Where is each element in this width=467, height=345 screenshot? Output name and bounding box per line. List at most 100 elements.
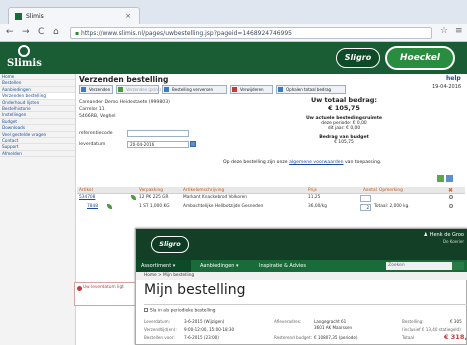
delivery-date-input[interactable]: 20-04-2016 xyxy=(127,141,189,148)
url-input[interactable]: ▪ https://www.slimis.nl/pages/uwbestelli… xyxy=(70,27,432,39)
url-text: https://www.slimis.nl/pages/uwbestelling… xyxy=(80,30,292,37)
verzendtijd-label: Verzendtijd(en): xyxy=(144,327,177,332)
bestellen-label: Bestellen voor: xyxy=(144,335,175,340)
leverdatum-label: Leverdatum: xyxy=(144,319,170,324)
warning-text: Uw leverdatum ligt xyxy=(83,285,124,290)
totaal-value: € 318,4 xyxy=(444,333,467,341)
nav-assortiment[interactable]: Assortiment ▾ xyxy=(136,260,191,272)
overlay-sligro-logo[interactable]: Sligro xyxy=(151,236,189,253)
afleveradres-label: Afleveradres: xyxy=(274,319,302,324)
print-list-icon[interactable] xyxy=(446,175,453,182)
periodic-order-label: Sla in als periodieke bestelling xyxy=(150,308,216,314)
fetch-total-button-label: Ophalen totaal bedrag xyxy=(286,87,332,92)
reference-input[interactable] xyxy=(127,130,189,137)
overlay-breadcrumb[interactable]: Home > Mijn bestelling xyxy=(136,272,467,280)
send-button[interactable]: Verzenden xyxy=(79,85,113,94)
slimis-logo[interactable]: Slimis xyxy=(4,44,48,72)
total-label: Uw totaal bedrag: xyxy=(310,96,378,104)
resterend-value: € 10807,35 (periode) xyxy=(314,335,358,340)
back-icon[interactable]: ← xyxy=(6,27,14,37)
delete-button[interactable]: Verwijderen xyxy=(230,85,273,94)
delivery-warning: Uw leverdatum ligt xyxy=(74,282,142,306)
leaf-icon xyxy=(131,195,136,200)
browser-tab[interactable]: Slimis × xyxy=(8,7,140,24)
omschrijving-cell: Ambachtelijke Hellbotzijde Gesneden xyxy=(183,204,264,209)
afleveradres-line-1: Langegracht 61 xyxy=(314,319,347,324)
fetch-total-button[interactable]: Ophalen totaal bedrag xyxy=(276,85,346,94)
reference-label: referentiecode xyxy=(79,131,113,136)
artikel-link[interactable]: 534708 xyxy=(79,195,95,200)
excel-icon[interactable] xyxy=(437,175,444,182)
help-link[interactable]: help xyxy=(446,75,461,82)
terms-prefix: Op deze bestelling zijn onze xyxy=(223,160,288,165)
table-row: 534708 12 PK 225 GR Markant Knackebrod V… xyxy=(77,194,465,202)
inclusief-label: (inclusief € 13,40 statiegeld) xyxy=(402,327,461,332)
terms-text: Op deze bestelling zijn onze algemene vo… xyxy=(223,160,455,165)
favicon-icon xyxy=(15,13,22,20)
prijs-cell: 36,00/kg xyxy=(308,204,327,209)
delete-icon xyxy=(232,87,237,92)
artikel-link[interactable]: 7848 xyxy=(87,204,98,209)
quantity-input[interactable] xyxy=(360,195,371,202)
refresh-order-button-label: Bestelling verversen xyxy=(172,87,214,92)
totaal-label: Totaal xyxy=(402,335,415,340)
order-totals: Uw totaal bedrag: € 105,75 Uw actuele be… xyxy=(268,96,420,145)
slimis-logo-mark xyxy=(18,45,30,57)
periodic-order-checkbox[interactable]: Sla in als periodieke bestelling xyxy=(144,308,215,314)
bookmark-star-icon[interactable]: ☆ xyxy=(440,26,448,36)
tab-close-icon[interactable]: × xyxy=(125,12,131,20)
overlay-title: Mijn bestelling xyxy=(144,282,246,298)
bestelling-value: € 305 xyxy=(450,319,462,324)
current-date: 19-04-2016 xyxy=(432,84,462,90)
forward-icon[interactable]: → xyxy=(22,27,30,37)
order-toolbar: Verzenden Verzenden (print) Bestelling v… xyxy=(77,85,391,94)
nav-aanbiedingen[interactable]: Aanbiedingen ▾ xyxy=(200,260,239,272)
verpakking-cell: 1 ST 1,000 KG xyxy=(139,204,170,209)
col-prijs[interactable]: Prijs xyxy=(308,188,317,193)
browser-menu-icon[interactable]: ≡ xyxy=(455,26,463,36)
row-select-radio[interactable] xyxy=(449,204,453,208)
address-line-1: Careander Demo Heidestaete (999803) xyxy=(79,100,170,105)
checkbox-box[interactable] xyxy=(144,308,148,312)
table-header: Artikel Verpakking Artikelomschrijving P… xyxy=(77,187,465,194)
col-opmerking[interactable]: Opmerking xyxy=(379,188,403,193)
opmerking-cell: Totaal: 2,000 kg. xyxy=(374,204,410,209)
bestellen-value: 7-6-2015 (23:00) xyxy=(184,335,219,340)
fetch-icon xyxy=(278,87,283,92)
hoeckel-logo: Hoeckel xyxy=(385,46,455,70)
bestelling-label: Bestelling: xyxy=(402,319,424,324)
sidebar-item-afmelden[interactable]: Afmelden xyxy=(0,151,75,158)
row-select-radio[interactable] xyxy=(449,195,453,199)
overlay-user-name[interactable]: ♟ Henk de Groo xyxy=(424,232,464,238)
send-print-button-label: Verzenden (print) xyxy=(126,87,161,92)
delete-all-icon[interactable]: ✖ xyxy=(448,187,453,194)
col-aantal[interactable]: Aantal xyxy=(363,188,377,193)
overlay-header: Sligro ♟ Henk de Groo De Koerier xyxy=(136,229,467,260)
send-button-label: Verzenden xyxy=(89,87,111,92)
sligro-overlay-screenshot: Sligro ♟ Henk de Groo De Koerier Assorti… xyxy=(135,228,467,345)
nav-inspiratie[interactable]: Inspiratie & Advies xyxy=(259,260,306,272)
col-omschrijving[interactable]: Artikelomschrijving xyxy=(183,188,224,193)
overlay-user-name-text: Henk de Groo xyxy=(429,232,464,238)
total-value: € 105,75 xyxy=(328,104,360,112)
delete-button-label: Verwijderen xyxy=(240,87,264,92)
prijs-cell: 11,25 xyxy=(308,195,321,200)
spend-year: dit jaar: € 0,00 xyxy=(327,126,361,131)
home-icon[interactable]: ⌂ xyxy=(53,27,59,37)
col-artikel[interactable]: Artikel xyxy=(79,188,93,193)
overlay-divider xyxy=(144,304,467,305)
send-print-button[interactable]: Verzenden (print) xyxy=(116,85,161,94)
refresh-icon xyxy=(164,87,169,92)
col-verpakking[interactable]: Verpakking xyxy=(139,188,163,193)
calendar-icon[interactable] xyxy=(190,141,196,147)
terms-link[interactable]: algemene voorwaarden xyxy=(289,160,343,165)
send-icon xyxy=(81,87,86,92)
sidebar-menu: Home Bestellen Aanbiedingen Verzenden be… xyxy=(0,74,76,345)
overlay-search-input[interactable]: Zoeken xyxy=(386,262,452,270)
table-row: 7848 1 ST 1,000 KG Ambachtelijke Hellbot… xyxy=(77,203,465,211)
leverdatum-value[interactable]: 3-6-2015 (Wijzigen) xyxy=(184,319,224,324)
quantity-input[interactable]: 2 xyxy=(360,204,371,211)
refresh-order-button[interactable]: Bestelling verversen xyxy=(162,85,227,94)
overlay-search-button[interactable] xyxy=(452,262,464,270)
reload-icon[interactable]: C xyxy=(38,27,44,37)
